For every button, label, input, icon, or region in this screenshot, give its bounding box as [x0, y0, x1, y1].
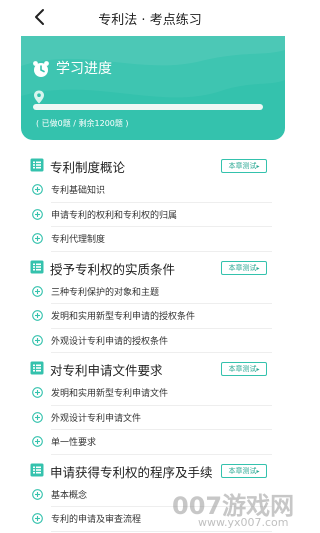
chapter-section: 专利制度概论 本章测试▸ 专利基础知识申请专利的权利和专利权的归属 专利代理制度 [0, 150, 300, 252]
chapter-title: 对专利申请文件要求 [50, 363, 163, 378]
progress-stats: ( 已做0题 / 剩余1200题 ) [36, 119, 129, 128]
top-bar: 专利法 · 考点练习 [0, 0, 300, 36]
section-item-label: 申请专利的权利和专利权的归属 [51, 210, 178, 221]
chapter-section: 对专利申请文件要求 本章测试▸ 发明和实用新型专利申请文件 外观设计专利申请文件 单一性… [0, 353, 300, 455]
chapter-title: 专利制度概论 [50, 160, 126, 175]
progress-title: 学习进度 [56, 61, 112, 77]
chevron-right-icon: ▸ [256, 264, 260, 272]
section-item-label: 专利代理制度 [51, 235, 106, 245]
section-item-label: 专利的申请及审查流程 [51, 515, 142, 525]
chapter-test-label: 本章测试 [228, 365, 257, 373]
plus-circle-icon [32, 488, 43, 500]
plus-circle-icon [32, 310, 43, 321]
section-item-label: 基本概念 [51, 490, 88, 501]
chapter-header[interactable]: 授予专利权的实质条件 本章测试▸ [0, 252, 300, 280]
divider [51, 530, 272, 532]
chapter-test-label: 本章测试 [228, 162, 257, 170]
plus-circle-icon [32, 285, 43, 297]
section-item[interactable]: 发明和实用新型专利申请文件 [0, 381, 300, 406]
section-item[interactable]: 单一性要求 [0, 430, 300, 455]
chapter-title: 授予专利权的实质条件 [50, 261, 176, 277]
section-item[interactable]: 申请专利的权利和专利权的归属 [0, 203, 300, 227]
chapter-section: 授予专利权的实质条件 本章测试▸ 三种专利保护的对象和主题发明和实用新型专利申请的授… [0, 252, 300, 353]
section-item-label: 三种专利保护的对象和主题 [51, 287, 160, 298]
section-item-label: 发明和实用新型专利申请文件 [51, 389, 169, 399]
section-item[interactable]: 外观设计专利申请的授权条件 [0, 329, 300, 353]
page-title: 专利法 · 考点练习 [98, 13, 202, 28]
section-item[interactable]: 发明和实用新型专利申请的授权条件 [0, 304, 300, 329]
chevron-right-icon: ▸ [256, 366, 260, 373]
chevron-right-icon: ▸ [256, 163, 260, 170]
chapter-list-icon [30, 361, 44, 375]
section-item-label: 外观设计专利申请文件 [51, 413, 142, 424]
chapter-test-button[interactable]: 本章测试▸ [221, 159, 267, 173]
chapter-test-button[interactable]: 本章测试▸ [221, 362, 267, 376]
plus-circle-icon [32, 233, 43, 244]
plus-circle-icon [32, 436, 43, 447]
section-item-label: 外观设计专利申请的授权条件 [51, 336, 169, 347]
chapter-test-label: 本章测试 [228, 263, 257, 272]
alarm-clock-icon [31, 59, 51, 79]
plus-circle-icon [32, 387, 43, 398]
chapter-test-label: 本章测试 [228, 466, 257, 475]
chevron-right-icon: ▸ [256, 467, 260, 475]
chapter-list-icon [30, 158, 44, 172]
section-item-label: 发明和实用新型专利申请的授权条件 [51, 312, 196, 322]
location-pin-icon [33, 89, 45, 104]
plus-circle-icon [32, 208, 43, 220]
section-item[interactable]: 专利基础知识 [0, 178, 300, 203]
chapter-list: 专利制度概论 本章测试▸ 专利基础知识 申请专利的权利和专利权的归属 专利代理制度 授予专… [0, 150, 300, 532]
chapter-test-button[interactable]: 本章测试▸ [221, 463, 267, 478]
progress-card: 学习进度 ( 已做0题 / 剩余1200题 ) [21, 36, 285, 140]
chapter-title: 申请获得专利权的程序及手续 [50, 464, 213, 480]
plus-circle-icon [32, 334, 43, 346]
chapter-header[interactable]: 对专利申请文件要求 本章测试▸ [0, 353, 300, 381]
section-item-label: 专利基础知识 [51, 186, 106, 196]
chapter-header[interactable]: 专利制度概论 本章测试▸ [0, 150, 300, 178]
chapter-header[interactable]: 申请获得专利权的程序及手续 本章测试▸ [0, 455, 300, 483]
chapter-list-icon [30, 260, 44, 273]
section-item[interactable]: 专利代理制度 [0, 227, 300, 252]
section-item[interactable]: 外观设计专利申请文件 [0, 406, 300, 430]
plus-circle-icon [32, 513, 43, 524]
chapter-list-icon [30, 463, 44, 476]
watermark-url: www.yx007.com [198, 516, 289, 529]
plus-circle-icon [32, 184, 43, 195]
plus-circle-icon [32, 411, 43, 423]
progress-bar [33, 104, 263, 110]
section-item-label: 单一性要求 [51, 438, 97, 448]
chapter-test-button[interactable]: 本章测试▸ [221, 260, 267, 275]
section-item[interactable]: 三种专利保护的对象和主题 [0, 280, 300, 304]
